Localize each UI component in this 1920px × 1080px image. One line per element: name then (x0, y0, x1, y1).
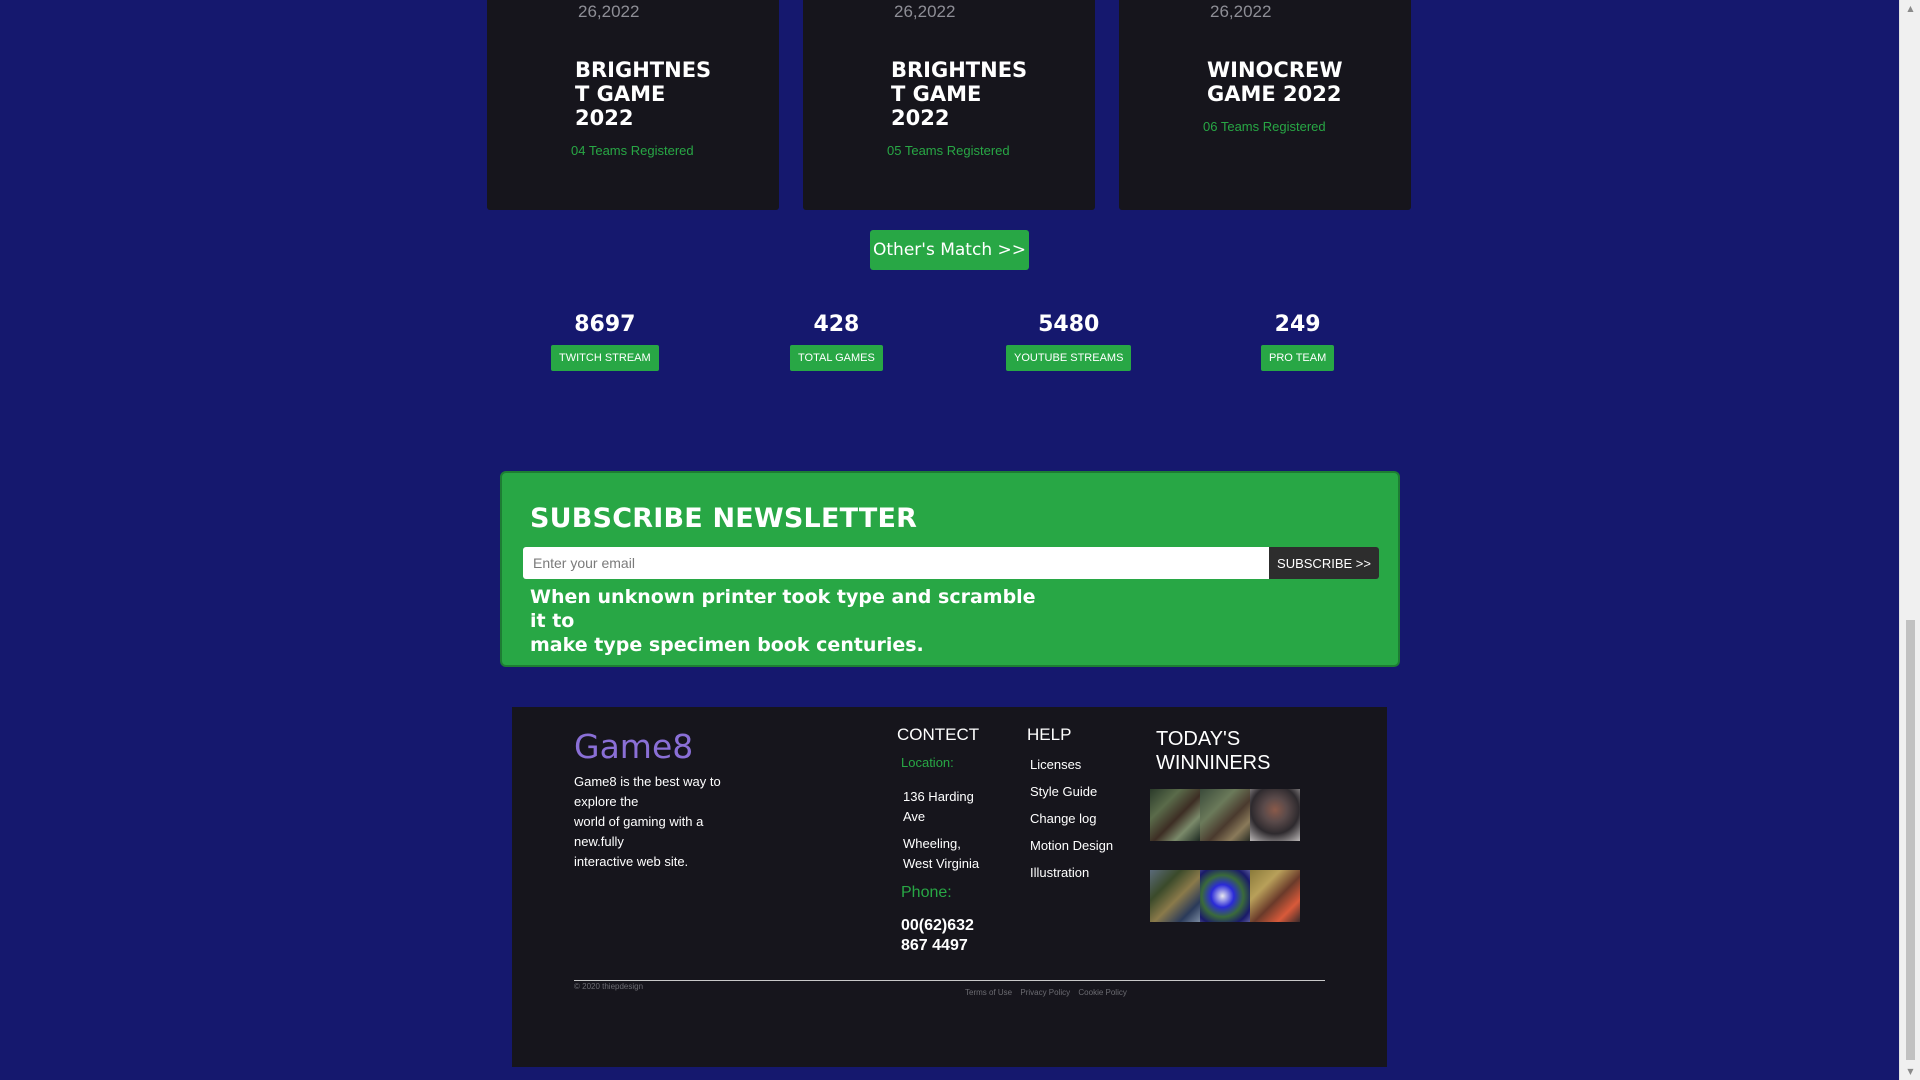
match-card[interactable]: 26,2022 WINOCREW GAME 2022 06 Teams Regi… (1119, 0, 1411, 210)
match-card[interactable]: 26,2022 BRIGHTNES T GAME 2022 05 Teams R… (803, 0, 1095, 210)
help-link-change-log[interactable]: Change log (1030, 811, 1113, 838)
help-link-motion-design[interactable]: Motion Design (1030, 838, 1113, 865)
winner-thumbnail[interactable] (1250, 870, 1300, 922)
scroll-up-icon[interactable]: ▲ (1900, 0, 1920, 17)
cookie-link[interactable]: Cookie Policy (1078, 988, 1126, 997)
stat-twitch: 8697 TWITCH STREAM (551, 312, 659, 371)
email-field[interactable] (523, 547, 1269, 579)
help-link-licenses[interactable]: Licenses (1030, 757, 1113, 784)
newsletter-text: When unknown printer took type and scram… (530, 586, 1036, 656)
winner-thumbnail[interactable] (1200, 789, 1250, 841)
stat-label[interactable]: PRO TEAM (1261, 345, 1335, 371)
match-title: BRIGHTNES T GAME 2022 (891, 58, 1028, 130)
subscribe-button[interactable]: SUBSCRIBE >> (1269, 547, 1379, 579)
stat-label[interactable]: YOUTUBE STREAMS (1006, 345, 1132, 371)
match-date: 26,2022 (894, 2, 956, 21)
winner-thumbnail[interactable] (1250, 789, 1300, 841)
contact-title: CONTECT (897, 725, 980, 744)
help-title: HELP (1027, 725, 1072, 744)
address-line: 136 Harding Ave (903, 789, 974, 824)
footer-divider (574, 980, 1325, 981)
scroll-down-icon[interactable]: ▼ (1900, 1063, 1920, 1080)
stat-value: 249 (1274, 312, 1321, 337)
winners-row (1150, 870, 1300, 922)
stat-value: 5480 (1038, 312, 1100, 337)
match-title: WINOCREW GAME 2022 (1207, 58, 1343, 106)
match-date: 26,2022 (1210, 2, 1272, 21)
winners-title: TODAY'S WINNINERS (1156, 728, 1271, 774)
others-match-button[interactable]: Other's Match >> (870, 230, 1029, 270)
match-teams: 04 Teams Registered (571, 143, 694, 158)
stat-value: 8697 (574, 312, 636, 337)
help-link-illustration[interactable]: Illustration (1030, 865, 1113, 892)
legal-links: Terms of Use Privacy Policy Cookie Polic… (965, 988, 1133, 997)
footer-about: Game8 is the best way to explore the wor… (574, 774, 721, 869)
help-link-style-guide[interactable]: Style Guide (1030, 784, 1113, 811)
phone-label: Phone: (901, 884, 952, 901)
winner-thumbnail[interactable] (1200, 870, 1250, 922)
scroll-thumb[interactable] (1906, 620, 1915, 1060)
footer: Game8 Game8 is the best way to explore t… (512, 707, 1387, 1067)
winners-row (1150, 789, 1300, 841)
phone-number: 00(62)632 867 4497 (901, 917, 974, 954)
stat-label[interactable]: TWITCH STREAM (551, 345, 659, 371)
newsletter-section: SUBSCRIBE NEWSLETTER SUBSCRIBE >> When u… (500, 471, 1400, 667)
stat-youtube: 5480 YOUTUBE STREAMS (1006, 312, 1132, 371)
match-title: BRIGHTNES T GAME 2022 (575, 58, 712, 130)
location-label: Location: (901, 755, 954, 770)
privacy-link[interactable]: Privacy Policy (1020, 988, 1070, 997)
match-teams: 06 Teams Registered (1203, 119, 1326, 134)
match-teams: 05 Teams Registered (887, 143, 1010, 158)
terms-link[interactable]: Terms of Use (965, 988, 1012, 997)
stat-total-games: 428 TOTAL GAMES (790, 312, 883, 371)
copyright: © 2020 thiepdesign (574, 982, 644, 991)
help-links: Licenses Style Guide Change log Motion D… (1030, 757, 1113, 892)
match-card[interactable]: 26,2022 BRIGHTNES T GAME 2022 04 Teams R… (487, 0, 779, 210)
scrollbar[interactable]: ▲ ▼ (1899, 0, 1920, 1080)
stat-pro-team: 249 PRO TEAM (1261, 312, 1335, 371)
match-date: 26,2022 (578, 2, 640, 21)
winner-thumbnail[interactable] (1150, 870, 1200, 922)
newsletter-title: SUBSCRIBE NEWSLETTER (530, 503, 918, 534)
stat-label[interactable]: TOTAL GAMES (790, 345, 883, 371)
winner-thumbnail[interactable] (1150, 789, 1200, 841)
stat-value: 428 (813, 312, 860, 337)
address-line: Wheeling, West Virginia (903, 836, 980, 871)
match-cards: 26,2022 BRIGHTNES T GAME 2022 04 Teams R… (487, 0, 1413, 210)
footer-logo[interactable]: Game8 (574, 727, 693, 766)
